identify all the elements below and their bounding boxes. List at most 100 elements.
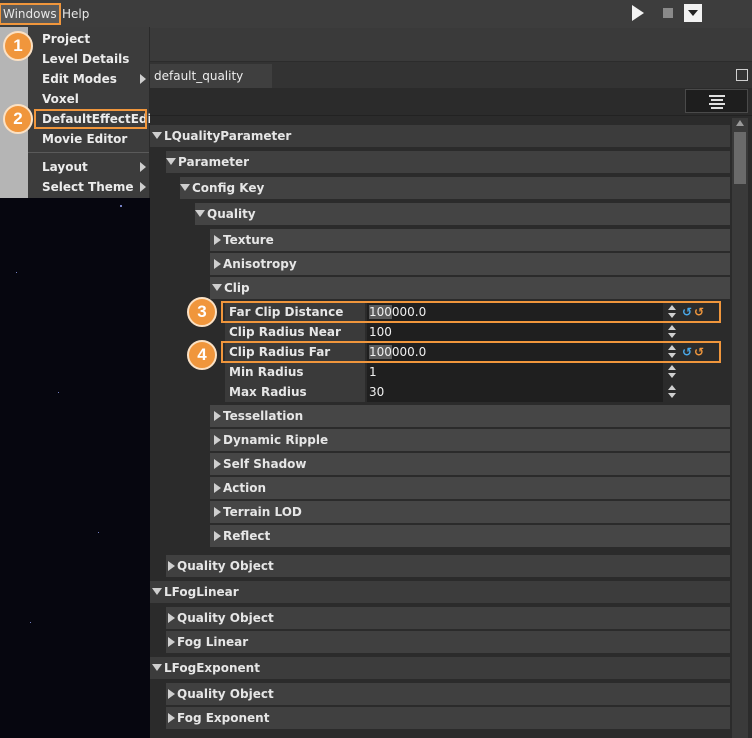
property-tree: LQualityParameter Parameter Config Key Q… bbox=[150, 124, 730, 738]
expanded-arrow-icon bbox=[152, 588, 162, 595]
stop-icon[interactable] bbox=[658, 3, 678, 23]
tree-node-quality-object[interactable]: Quality Object bbox=[166, 555, 730, 577]
tree-node-fog-linear[interactable]: Fog Linear bbox=[166, 631, 730, 653]
collapsed-arrow-icon bbox=[214, 235, 221, 245]
spinner-icon[interactable] bbox=[667, 385, 677, 399]
scroll-thumb[interactable] bbox=[734, 132, 746, 184]
node-label: Fog Exponent bbox=[177, 711, 270, 725]
tree-node-texture[interactable]: Texture bbox=[210, 229, 730, 251]
step-badge-2: 2 bbox=[3, 104, 33, 134]
tree-node-terrain-lod[interactable]: Terrain LOD bbox=[210, 501, 730, 523]
menu-item-level-details[interactable]: Level Details bbox=[28, 49, 149, 69]
tab-default-quality[interactable]: default_quality bbox=[150, 64, 272, 88]
node-label: Quality Object bbox=[177, 611, 274, 625]
clip-radius-near-input[interactable]: 100 bbox=[367, 322, 663, 342]
tree-node-anisotropy[interactable]: Anisotropy bbox=[210, 253, 730, 275]
menu-item-default-effect-edit[interactable]: DefaultEffectEdit bbox=[34, 109, 157, 129]
play-icon[interactable] bbox=[628, 3, 648, 23]
collapsed-arrow-icon bbox=[214, 435, 221, 445]
dropdown-chevron-icon[interactable] bbox=[683, 3, 703, 23]
panel-toolbar bbox=[150, 88, 752, 116]
node-label: LFogLinear bbox=[164, 585, 239, 599]
node-label: Config Key bbox=[192, 181, 265, 195]
spinner-icon[interactable] bbox=[667, 325, 677, 339]
scroll-up-icon[interactable] bbox=[736, 120, 744, 126]
tree-node-lqualityparameter[interactable]: LQualityParameter bbox=[150, 125, 730, 147]
expanded-arrow-icon bbox=[166, 158, 176, 165]
node-label: Quality Object bbox=[177, 559, 274, 573]
menu-item-label: Edit Modes bbox=[42, 72, 117, 86]
menu-item-label: Layout bbox=[42, 160, 88, 174]
expanded-arrow-icon bbox=[212, 284, 222, 291]
collapsed-arrow-icon bbox=[168, 689, 175, 699]
tree-node-quality-object[interactable]: Quality Object bbox=[166, 683, 730, 705]
node-label: Terrain LOD bbox=[223, 505, 302, 519]
expanded-arrow-icon bbox=[152, 132, 162, 139]
collapsed-arrow-icon bbox=[168, 713, 175, 723]
tree-node-reflect[interactable]: Reflect bbox=[210, 525, 730, 547]
min-radius-input[interactable]: 1 bbox=[367, 362, 663, 382]
menu-item-voxel[interactable]: Voxel bbox=[28, 89, 149, 109]
tree-node-quality-object[interactable]: Quality Object bbox=[166, 607, 730, 629]
tree-node-lfogexponent[interactable]: LFogExponent bbox=[150, 657, 730, 679]
collapsed-arrow-icon bbox=[168, 613, 175, 623]
prop-clip-radius-near: Clip Radius Near 100 bbox=[225, 322, 730, 342]
collapsed-arrow-icon bbox=[214, 531, 221, 541]
step-badge-4: 4 bbox=[187, 340, 217, 370]
menu-separator bbox=[28, 152, 149, 153]
node-label: Fog Linear bbox=[177, 635, 249, 649]
node-label: LQualityParameter bbox=[164, 129, 292, 143]
vertical-scrollbar[interactable] bbox=[732, 118, 748, 738]
node-label: Tessellation bbox=[223, 409, 304, 423]
collapsed-arrow-icon bbox=[214, 411, 221, 421]
tree-node-self-shadow[interactable]: Self Shadow bbox=[210, 453, 730, 475]
menu-help[interactable]: Help bbox=[60, 4, 91, 24]
prop-label: Clip Radius Near bbox=[225, 322, 365, 342]
submenu-arrow-icon bbox=[140, 182, 146, 192]
tree-node-fog-exponent[interactable]: Fog Exponent bbox=[166, 707, 730, 729]
node-label: Dynamic Ripple bbox=[223, 433, 329, 447]
submenu-arrow-icon bbox=[140, 162, 146, 172]
node-label: Texture bbox=[223, 233, 274, 247]
menu-item-label: Select Theme bbox=[42, 180, 134, 194]
prop-max-radius: Max Radius 30 bbox=[225, 382, 730, 402]
menu-item-project[interactable]: Project bbox=[28, 29, 149, 49]
node-label: Anisotropy bbox=[223, 257, 297, 271]
value-text: 30 bbox=[369, 385, 385, 399]
collapsed-arrow-icon bbox=[214, 459, 221, 469]
tree-node-quality[interactable]: Quality bbox=[195, 203, 730, 225]
tree-node-dynamic-ripple[interactable]: Dynamic Ripple bbox=[210, 429, 730, 451]
max-radius-input[interactable]: 30 bbox=[367, 382, 663, 402]
pin-icon[interactable] bbox=[736, 69, 748, 81]
collapsed-arrow-icon bbox=[168, 561, 175, 571]
node-label: Clip bbox=[224, 281, 250, 295]
expanded-arrow-icon bbox=[180, 184, 190, 191]
node-label: Action bbox=[223, 481, 267, 495]
collapsed-arrow-icon bbox=[214, 483, 221, 493]
node-label: Quality Object bbox=[177, 687, 274, 701]
star bbox=[30, 622, 31, 623]
menu-windows[interactable]: Windows bbox=[0, 3, 61, 25]
prop-label: Max Radius bbox=[225, 382, 365, 402]
node-label: Reflect bbox=[223, 529, 271, 543]
prop-min-radius: Min Radius 1 bbox=[225, 362, 730, 382]
highlight-far-clip-distance bbox=[221, 301, 721, 323]
tree-node-clip[interactable]: Clip bbox=[210, 277, 730, 299]
menu-item-select-theme[interactable]: Select Theme bbox=[28, 177, 149, 197]
tree-node-action[interactable]: Action bbox=[210, 477, 730, 499]
menu-item-edit-modes[interactable]: Edit Modes bbox=[28, 69, 149, 89]
step-badge-3: 3 bbox=[187, 297, 217, 327]
node-label: Parameter bbox=[178, 155, 250, 169]
node-label: Quality bbox=[207, 207, 256, 221]
list-icon bbox=[709, 95, 725, 109]
expanded-arrow-icon bbox=[195, 210, 205, 217]
spinner-icon[interactable] bbox=[667, 365, 677, 379]
tree-node-parameter[interactable]: Parameter bbox=[166, 151, 730, 173]
menu-item-layout[interactable]: Layout bbox=[28, 157, 149, 177]
list-view-button[interactable] bbox=[685, 89, 748, 113]
tree-node-tessellation[interactable]: Tessellation bbox=[210, 405, 730, 427]
value-text: 100 bbox=[369, 325, 392, 339]
tree-node-lfoglinear[interactable]: LFogLinear bbox=[150, 581, 730, 603]
tree-node-config-key[interactable]: Config Key bbox=[180, 177, 730, 199]
menu-item-movie-editor[interactable]: Movie Editor bbox=[28, 129, 149, 149]
